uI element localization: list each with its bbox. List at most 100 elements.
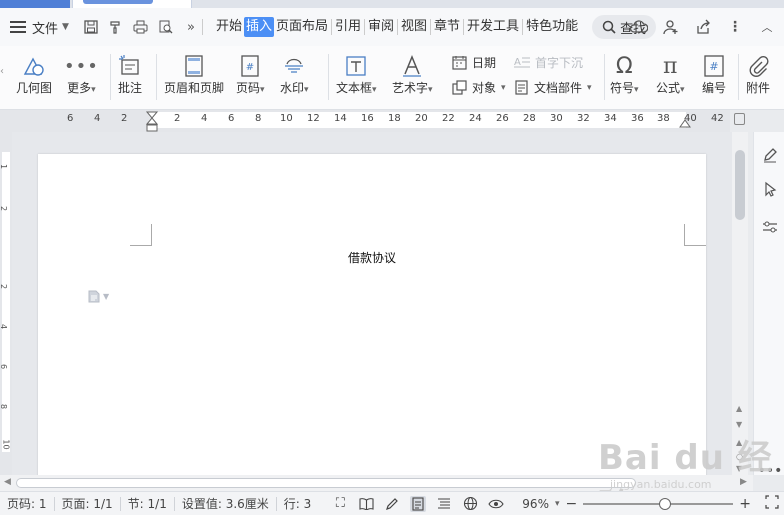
zoom-in-icon[interactable]: +	[739, 496, 751, 512]
more-chevron-icon[interactable]: »	[183, 19, 199, 35]
page-number-button[interactable]: # 页码▾	[236, 52, 265, 96]
more-vertical-icon[interactable]: ⋮	[726, 18, 744, 36]
tab-start[interactable]: 开始	[214, 17, 244, 37]
shapes-button[interactable]: 几何图	[16, 52, 52, 96]
fullscreen-icon[interactable]: ⛶	[332, 496, 348, 512]
tab-features[interactable]: 特色功能	[524, 17, 580, 37]
reading-mode-icon[interactable]	[358, 496, 374, 512]
ruler-label: 40	[684, 113, 697, 124]
object-button[interactable]: 对象 ▾	[452, 79, 506, 96]
web-view-icon[interactable]	[462, 496, 478, 512]
status-row[interactable]: 行: 3	[277, 495, 319, 512]
header-footer-label: 页眉和页脚	[164, 81, 225, 95]
document-page[interactable]: 借款协议 ▼	[38, 154, 706, 475]
zoom-slider[interactable]	[583, 497, 734, 510]
outline-view-icon[interactable]	[436, 496, 452, 512]
scroll-down-icon[interactable]: ▼	[736, 420, 742, 429]
share-icon[interactable]	[694, 18, 712, 36]
horizontal-ruler[interactable]: 6 4 2 2 4 6 8 10 12 14 16 18 20 22 24 26…	[0, 110, 730, 132]
tab-review[interactable]: 审阅	[366, 17, 396, 37]
zoom-out-icon[interactable]: −	[566, 496, 578, 512]
document-canvas[interactable]: 借款协议 ▼	[12, 132, 732, 475]
tab-developer[interactable]: 开发工具	[465, 17, 521, 37]
more-button[interactable]: ••• 更多▾	[64, 52, 99, 96]
tab-section[interactable]: 章节	[432, 17, 462, 37]
eye-protection-icon[interactable]	[488, 496, 504, 512]
scroll-up-icon[interactable]: ▲	[736, 404, 742, 413]
edit-mode-icon[interactable]	[384, 496, 400, 512]
document-tab[interactable]	[72, 0, 192, 8]
ruler-label: 24	[469, 113, 482, 124]
ruler-label: 10	[1, 439, 11, 450]
svg-text:A: A	[514, 57, 521, 68]
formula-button[interactable]: π 公式▾	[656, 52, 685, 96]
chevron-down-icon[interactable]: ▾	[555, 499, 560, 509]
watermark-button[interactable]: 水印▾	[280, 52, 309, 96]
status-setting[interactable]: 设置值: 3.6厘米	[175, 495, 276, 512]
file-menu[interactable]: 文件 ▼	[32, 18, 69, 37]
shapes-icon	[23, 57, 44, 76]
menu-icon[interactable]	[10, 21, 26, 33]
scrollbar-thumb[interactable]	[16, 478, 636, 488]
tab-view[interactable]: 视图	[399, 17, 429, 37]
scrollbar-thumb[interactable]	[735, 150, 745, 220]
paragraph-handle[interactable]: ▼	[88, 290, 109, 303]
chevron-down-icon: ▾	[680, 85, 685, 95]
select-cursor-icon[interactable]	[761, 180, 779, 198]
fit-window-icon[interactable]	[765, 495, 779, 512]
status-page[interactable]: 页面: 1/1	[55, 495, 120, 512]
numbering-button[interactable]: # 编号	[702, 52, 726, 96]
menu-bar: 文件 ▼ » 开始 插入 页面布局 引用 审阅 视图 章节 开发工具 特色功能	[0, 8, 784, 46]
home-tab[interactable]	[0, 0, 70, 8]
dropcap-button[interactable]: A 首字下沉	[514, 54, 583, 71]
ruler-label: 1	[0, 164, 8, 169]
status-page-code[interactable]: 页码: 1	[0, 495, 54, 512]
tab-references[interactable]: 引用	[333, 17, 363, 37]
symbol-button[interactable]: Ω 符号▾	[610, 52, 639, 96]
ruler-toggle-button[interactable]	[734, 113, 745, 125]
zoom-control: 96% ▾ − +	[522, 495, 779, 512]
right-side-panel: •••	[753, 132, 784, 479]
ruler-label: 20	[415, 113, 428, 124]
doc-parts-icon	[515, 80, 528, 95]
doc-parts-label: 文档部件	[534, 81, 583, 95]
header-footer-icon	[185, 55, 203, 77]
insert-ribbon: ‹ 几何图 ••• 更多▾ 批注 页眉和页脚 # 页码▾ 水印▾ 文本框▾ 艺术…	[0, 46, 784, 110]
page-view-icon[interactable]	[410, 495, 427, 512]
ruler-label: 12	[307, 113, 320, 124]
wordart-button[interactable]: 艺术字▾	[392, 52, 433, 96]
title-tab-strip	[0, 0, 784, 8]
add-user-icon[interactable]	[662, 18, 680, 36]
doc-parts-button[interactable]: 文档部件 ▾	[514, 79, 592, 96]
zoom-slider-knob[interactable]	[659, 497, 672, 510]
svg-text:#: #	[709, 60, 718, 73]
print-icon[interactable]	[133, 19, 149, 35]
document-title[interactable]: 借款协议	[38, 249, 706, 266]
tab-insert[interactable]: 插入	[243, 17, 274, 37]
header-footer-button[interactable]: 页眉和页脚	[164, 52, 224, 96]
date-button[interactable]: 日期	[452, 54, 496, 71]
format-painter-icon[interactable]	[108, 19, 124, 35]
zoom-value[interactable]: 96%	[522, 497, 549, 511]
status-section[interactable]: 节: 1/1	[121, 495, 174, 512]
tab-page-layout[interactable]: 页面布局	[274, 17, 330, 37]
indent-marker-icon[interactable]	[146, 110, 158, 132]
collapse-ribbon-icon[interactable]: ︿	[758, 18, 776, 36]
vertical-scrollbar[interactable]: ▲ ▼ ▲ ○ ▼	[732, 132, 748, 475]
comment-button[interactable]: 批注	[118, 52, 142, 96]
ruler-label: 2	[0, 284, 8, 289]
print-preview-icon[interactable]	[158, 19, 174, 35]
more-dots-icon: •••	[64, 55, 99, 77]
paperclip-icon	[749, 55, 769, 77]
cloud-sync-icon[interactable]	[630, 18, 648, 36]
pen-edit-icon[interactable]	[761, 146, 779, 164]
status-bar: 页码: 1 页面: 1/1 节: 1/1 设置值: 3.6厘米 行: 3 ⛶ 9…	[0, 491, 784, 515]
textbox-button[interactable]: 文本框▾	[336, 52, 377, 96]
scroll-left-icon[interactable]: ◀	[4, 477, 11, 487]
ruler-label: 4	[94, 113, 101, 124]
attachment-button[interactable]: 附件	[746, 52, 770, 96]
ribbon-scroll-left-icon[interactable]: ‹	[0, 66, 8, 90]
save-icon[interactable]	[83, 19, 99, 35]
settings-sliders-icon[interactable]	[761, 218, 779, 236]
vertical-ruler[interactable]: 1 2 2 4 6 8 10	[0, 132, 12, 475]
